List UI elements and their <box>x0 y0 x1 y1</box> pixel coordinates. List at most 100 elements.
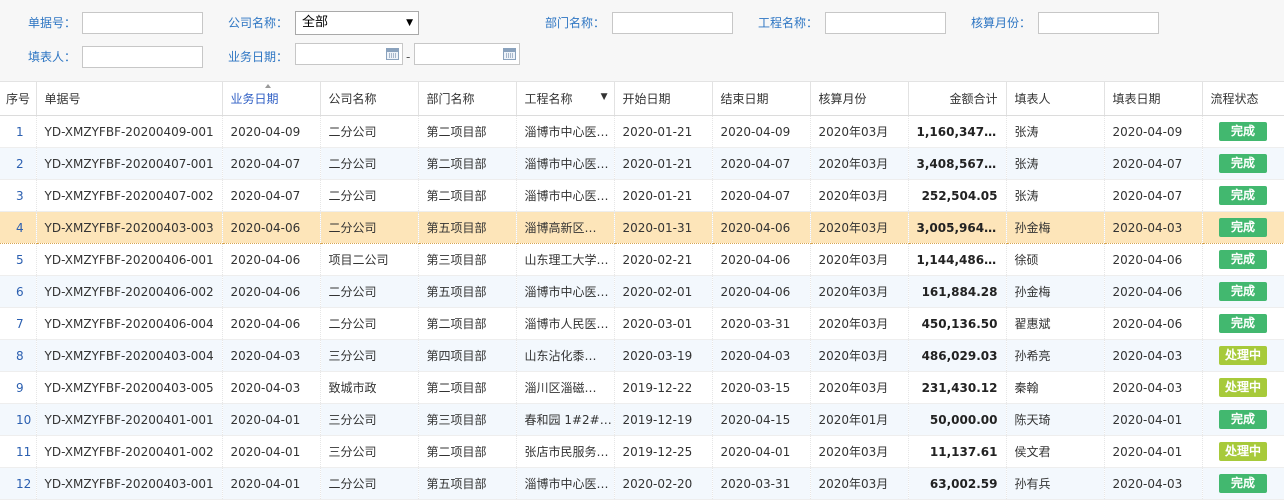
col-header-dept[interactable]: 部门名称 <box>418 82 517 116</box>
cell-end-date: 2020-03-31 <box>712 467 811 500</box>
cell-dept: 第五项目部 <box>418 211 517 244</box>
cell-seq: 8 <box>0 339 37 372</box>
col-header-month[interactable]: 核算月份 <box>810 82 909 116</box>
cell-doc-no: YD-XMZYFBF-20200403-005 <box>36 371 223 404</box>
cell-month: 2020年03月 <box>810 435 909 468</box>
cell-company: 二分公司 <box>320 467 419 500</box>
table-row[interactable]: 5 YD-XMZYFBF-20200406-001 2020-04-06 项目二公司第… <box>0 243 1284 276</box>
table-row[interactable]: 4 YD-XMZYFBF-20200403-003 2020-04-06 二分公司 第五… <box>0 211 1284 244</box>
cell-end-date: 2020-04-06 <box>712 243 811 276</box>
table-row[interactable]: 1 YD-XMZYFBF-20200409-001 2020-04-09 二分公司 第二… <box>0 115 1284 148</box>
cell-status: 处理中 <box>1202 435 1284 468</box>
status-badge[interactable]: 完成 <box>1219 314 1267 333</box>
table-row[interactable]: 8 YD-XMZYFBF-20200403-004 2020-04-03 三分公司 第四… <box>0 339 1284 372</box>
status-badge[interactable]: 完成 <box>1219 122 1267 141</box>
cell-filler: 陈天琦 <box>1006 403 1105 436</box>
cell-doc-no: YD-XMZYFBF-20200406-004 <box>36 307 223 340</box>
col-header-amount[interactable]: 金额合计 <box>908 82 1007 116</box>
status-badge[interactable]: 处理中 <box>1219 378 1267 397</box>
cell-end-date: 2020-03-15 <box>712 371 811 404</box>
cell-filler: 孙金梅 <box>1006 211 1105 244</box>
cell-amount: 50,000.00 <box>908 403 1007 436</box>
filler-label: 填表人： <box>28 50 77 64</box>
cell-month: 2020年03月 <box>810 179 909 212</box>
status-badge[interactable]: 完成 <box>1219 218 1267 237</box>
cell-amount: 63,002.59 <box>908 467 1007 500</box>
cell-fill-date: 2020-04-03 <box>1104 467 1203 500</box>
status-badge[interactable]: 完成 <box>1219 186 1267 205</box>
col-header-company[interactable]: 公司名称 <box>320 82 419 116</box>
cell-company: 二分公司 <box>320 211 419 244</box>
column-menu-icon[interactable]: ▼ <box>601 92 608 102</box>
company-select[interactable]: 全部 ▼ <box>295 11 419 35</box>
cell-bizdate: 2020-04-09 <box>222 115 321 148</box>
bizdate-start-input[interactable] <box>295 43 403 65</box>
cell-project: 张店市民服务… <box>516 435 615 468</box>
col-header-status[interactable]: 流程状态 <box>1202 82 1284 116</box>
cell-status: 完成 <box>1202 211 1284 244</box>
status-badge[interactable]: 完成 <box>1219 250 1267 269</box>
cell-fill-date: 2020-04-03 <box>1104 211 1203 244</box>
cell-start-date: 2020-02-21 <box>614 243 713 276</box>
month-input[interactable] <box>1038 12 1159 34</box>
chevron-down-icon: ▼ <box>406 18 413 28</box>
cell-start-date: 2020-03-01 <box>614 307 713 340</box>
col-header-doc-no[interactable]: 单据号 <box>36 82 223 116</box>
status-badge[interactable]: 完成 <box>1219 410 1267 429</box>
cell-dept: 第五项目部 <box>418 467 517 500</box>
cell-month: 2020年01月 <box>810 403 909 436</box>
cell-doc-no: YD-XMZYFBF-20200409-001 <box>36 115 223 148</box>
col-header-project[interactable]: 工程名称 ▼ <box>516 82 615 116</box>
table-row[interactable]: 9 YD-XMZYFBF-20200403-005 2020-04-03 致城市政 第二… <box>0 371 1284 404</box>
cell-dept: 第二项目部 <box>418 307 517 340</box>
cell-fill-date: 2020-04-01 <box>1104 435 1203 468</box>
doc-no-input[interactable] <box>82 12 203 34</box>
cell-filler: 张涛 <box>1006 147 1105 180</box>
col-header-start[interactable]: 开始日期 <box>614 82 713 116</box>
calendar-icon[interactable] <box>386 48 399 60</box>
grid-body: 1 YD-XMZYFBF-20200409-001 2020-04-09 二分公司 第二… <box>0 115 1284 500</box>
cell-project: 春和园 1#2#… <box>516 403 615 436</box>
cell-status: 处理中 <box>1202 371 1284 404</box>
col-header-seq[interactable]: 序号 <box>0 82 37 116</box>
cell-filler: 孙金梅 <box>1006 275 1105 308</box>
bizdate-end-input[interactable] <box>414 43 520 65</box>
cell-end-date: 2020-04-07 <box>712 179 811 212</box>
col-header-project-label: 工程名称 <box>524 92 573 106</box>
table-row[interactable]: 3 YD-XMZYFBF-20200407-002 2020-04-07 二分公司 第二… <box>0 179 1284 212</box>
cell-start-date: 2020-02-01 <box>614 275 713 308</box>
filler-input[interactable] <box>82 46 203 68</box>
cell-fill-date: 2020-04-06 <box>1104 275 1203 308</box>
cell-amount: 1,144,486.07 <box>908 243 1007 276</box>
table-row[interactable]: 11 YD-XMZYFBF-20200401-002 2020-04-01 三分公司第… <box>0 435 1284 468</box>
status-badge[interactable]: 完成 <box>1219 154 1267 173</box>
cell-fill-date: 2020-04-07 <box>1104 179 1203 212</box>
cell-bizdate: 2020-04-01 <box>222 435 321 468</box>
company-select-value: 全部 <box>302 15 329 30</box>
cell-start-date: 2019-12-19 <box>614 403 713 436</box>
cell-project: 淄博高新区… <box>516 211 615 244</box>
table-row[interactable]: 12 YD-XMZYFBF-20200403-001 2020-04-01 二分公司第… <box>0 467 1284 500</box>
cell-month: 2020年03月 <box>810 275 909 308</box>
cell-status: 完成 <box>1202 147 1284 180</box>
status-badge[interactable]: 处理中 <box>1219 442 1267 461</box>
cell-project: 山东沾化黍… <box>516 339 615 372</box>
status-badge[interactable]: 完成 <box>1219 282 1267 301</box>
dept-input[interactable] <box>612 12 733 34</box>
col-header-filldate[interactable]: 填表日期 <box>1104 82 1203 116</box>
status-badge[interactable]: 处理中 <box>1219 346 1267 365</box>
cell-start-date: 2020-01-21 <box>614 115 713 148</box>
cell-filler: 秦翰 <box>1006 371 1105 404</box>
col-header-end[interactable]: 结束日期 <box>712 82 811 116</box>
status-badge[interactable]: 完成 <box>1219 474 1267 493</box>
cell-company: 二分公司 <box>320 147 419 180</box>
table-row[interactable]: 6 YD-XMZYFBF-20200406-002 2020-04-06 二分公司 第五… <box>0 275 1284 308</box>
col-header-bizdate[interactable]: 业务日期 <box>222 82 321 116</box>
table-row[interactable]: 10 YD-XMZYFBF-20200401-001 2020-04-01 三分公司第… <box>0 403 1284 436</box>
calendar-icon[interactable] <box>503 48 516 60</box>
table-row[interactable]: 7 YD-XMZYFBF-20200406-004 2020-04-06 二分公司 第二… <box>0 307 1284 340</box>
cell-seq: 4 <box>0 211 37 244</box>
col-header-filler[interactable]: 填表人 <box>1006 82 1105 116</box>
project-input[interactable] <box>825 12 946 34</box>
table-row[interactable]: 2 YD-XMZYFBF-20200407-001 2020-04-07 二分公司 第二… <box>0 147 1284 180</box>
